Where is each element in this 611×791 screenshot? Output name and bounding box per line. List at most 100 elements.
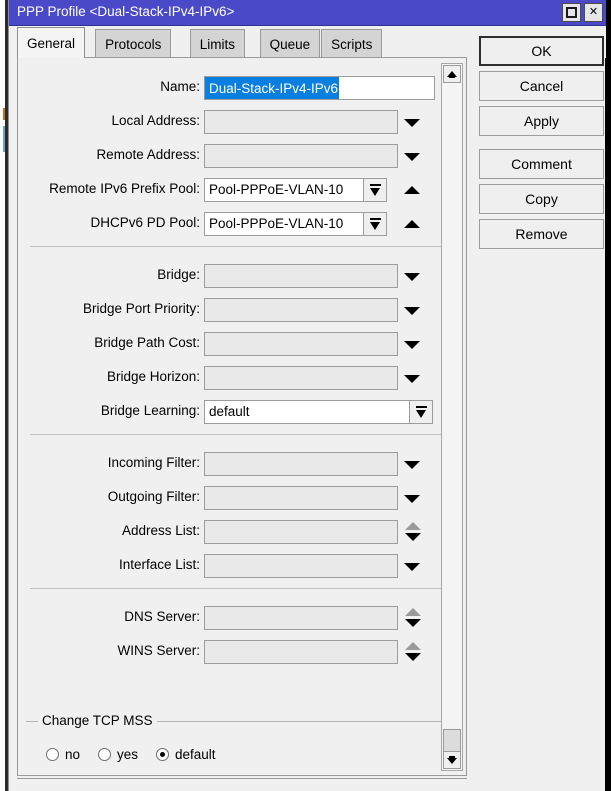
- section-separator: [30, 588, 448, 589]
- radio-label: default: [175, 747, 216, 762]
- ok-button[interactable]: OK: [479, 36, 604, 66]
- dhcpv6-pd-pool-input[interactable]: Pool-PPPoE-VLAN-10: [204, 212, 364, 236]
- form-row: DNS Server:: [18, 606, 467, 630]
- stepper-up-icon[interactable]: [405, 522, 421, 530]
- remove-button[interactable]: Remove: [479, 219, 604, 249]
- bridge-horizon-dropdown-icon[interactable]: [404, 375, 420, 383]
- dropdown-bar-glyph: [416, 406, 427, 408]
- bridge-port-priority-input[interactable]: [204, 298, 398, 322]
- apply-button[interactable]: Apply: [479, 106, 604, 136]
- field-label: Bridge Learning:: [18, 403, 200, 418]
- group-border-stub: [26, 721, 36, 722]
- remote-address-input[interactable]: [204, 144, 398, 168]
- incoming-filter-input[interactable]: [204, 452, 398, 476]
- dhcpv6-pd-pool-dropdown-icon[interactable]: [363, 212, 387, 236]
- form-row: Remote IPv6 Prefix Pool: Pool-PPPoE-VLAN-…: [18, 178, 467, 202]
- address-list-input[interactable]: [204, 520, 398, 544]
- radio-dot-icon: [98, 748, 111, 761]
- bridge-horizon-input[interactable]: [204, 366, 398, 390]
- dhcpv6-pd-pool-expand-up-icon[interactable]: [404, 220, 420, 228]
- dns-server-stepper[interactable]: [404, 608, 422, 628]
- desktop-background-left: [0, 0, 8, 791]
- bridge-path-cost-dropdown-icon[interactable]: [404, 341, 420, 349]
- outgoing-filter-input[interactable]: [204, 486, 398, 510]
- maximize-icon[interactable]: [562, 3, 581, 22]
- stepper-down-icon[interactable]: [405, 533, 421, 541]
- comment-button[interactable]: Comment: [479, 149, 604, 179]
- ppp-profile-dialog: PPP Profile <Dual-Stack-IPv4-IPv6> ✕ Gen…: [8, 0, 605, 791]
- bridge-dropdown-icon[interactable]: [404, 273, 420, 281]
- bridge-input[interactable]: [204, 264, 398, 288]
- panel-bottom-edge: [17, 778, 467, 779]
- form-row: Remote Address:: [18, 144, 467, 168]
- title-bar[interactable]: PPP Profile <Dual-Stack-IPv4-IPv6> ✕: [9, 0, 606, 26]
- bridge-path-cost-input[interactable]: [204, 332, 398, 356]
- field-label: Address List:: [18, 523, 200, 538]
- tab-limits[interactable]: Limits: [190, 29, 245, 58]
- form-row: Bridge:: [18, 264, 467, 288]
- tab-scripts[interactable]: Scripts: [321, 29, 382, 58]
- wins-server-input[interactable]: [204, 640, 398, 664]
- field-label: Remote IPv6 Prefix Pool:: [18, 181, 200, 196]
- form-row: DHCPv6 PD Pool:Pool-PPPoE-VLAN-10: [18, 212, 467, 236]
- field-label: Incoming Filter:: [18, 455, 200, 470]
- form-scrollbar[interactable]: [441, 63, 463, 771]
- field-label: WINS Server:: [18, 643, 200, 658]
- stepper-down-icon[interactable]: [405, 619, 421, 627]
- wins-server-stepper[interactable]: [404, 642, 422, 662]
- stepper-up-icon[interactable]: [405, 642, 421, 650]
- form-row: Outgoing Filter:: [18, 486, 467, 510]
- dropdown-arrow-glyph: [370, 188, 380, 196]
- window-title: PPP Profile <Dual-Stack-IPv4-IPv6>: [17, 4, 234, 19]
- stepper-down-icon[interactable]: [405, 653, 421, 661]
- radio-dot-icon: [156, 748, 169, 761]
- interface-list-input[interactable]: [204, 554, 398, 578]
- desktop-background-right: [604, 0, 611, 791]
- outgoing-filter-dropdown-icon[interactable]: [404, 495, 420, 503]
- remote-ipv6-prefix-pool-expand-up-icon[interactable]: [404, 186, 420, 194]
- form-row: Incoming Filter:: [18, 452, 467, 476]
- remote-ipv6-prefix-pool-dropdown-icon[interactable]: [363, 178, 387, 202]
- form-row: Bridge Horizon:: [18, 366, 467, 390]
- interface-list-dropdown-icon[interactable]: [404, 563, 420, 571]
- remote-address-dropdown-icon[interactable]: [404, 153, 420, 161]
- radio-label: no: [65, 747, 80, 762]
- bridge-learning-input[interactable]: default: [204, 400, 410, 424]
- tab-general[interactable]: General: [17, 27, 85, 58]
- scroll-up-icon[interactable]: [443, 65, 461, 83]
- form-row: Name: Dual-Stack-IPv4-IPv6: [18, 76, 467, 100]
- section-separator: [30, 434, 448, 435]
- field-label: Bridge:: [18, 267, 200, 282]
- maximize-glyph: [566, 7, 577, 18]
- dropdown-arrow-glyph: [370, 222, 380, 230]
- field-label: Bridge Port Priority:: [18, 301, 200, 316]
- name-input[interactable]: Dual-Stack-IPv4-IPv6: [204, 76, 435, 100]
- group-title: Change TCP MSS: [38, 713, 157, 728]
- stepper-up-icon[interactable]: [405, 608, 421, 616]
- bridge-learning-dropdown-icon[interactable]: [409, 400, 433, 424]
- form-row: WINS Server:: [18, 640, 467, 664]
- local-address-input[interactable]: [204, 110, 398, 134]
- field-label: Name:: [18, 79, 200, 94]
- incoming-filter-dropdown-icon[interactable]: [404, 461, 420, 469]
- change-tcp-mss-group: Change TCP MSS no yes default: [26, 713, 448, 768]
- tab-queue[interactable]: Queue: [260, 29, 321, 58]
- scroll-down-icon[interactable]: [443, 751, 461, 769]
- address-list-stepper[interactable]: [404, 522, 422, 542]
- dns-server-input[interactable]: [204, 606, 398, 630]
- remote-ipv6-prefix-pool-input[interactable]: Pool-PPPoE-VLAN-10: [204, 178, 364, 202]
- radio-label: yes: [117, 747, 138, 762]
- form-row: Bridge Path Cost:: [18, 332, 467, 356]
- local-address-dropdown-icon[interactable]: [404, 119, 420, 127]
- radio-dot-icon: [46, 748, 59, 761]
- form-row: Address List:: [18, 520, 467, 544]
- tab-protocols[interactable]: Protocols: [95, 29, 171, 58]
- cancel-button[interactable]: Cancel: [479, 71, 604, 101]
- close-icon[interactable]: ✕: [584, 3, 603, 22]
- form-row: Bridge Port Priority:: [18, 298, 467, 322]
- form-row: Interface List:: [18, 554, 467, 578]
- copy-button[interactable]: Copy: [479, 184, 604, 214]
- bridge-port-priority-dropdown-icon[interactable]: [404, 307, 420, 315]
- scroll-up-glyph-bar: [449, 75, 455, 78]
- dropdown-arrow-glyph: [416, 410, 426, 418]
